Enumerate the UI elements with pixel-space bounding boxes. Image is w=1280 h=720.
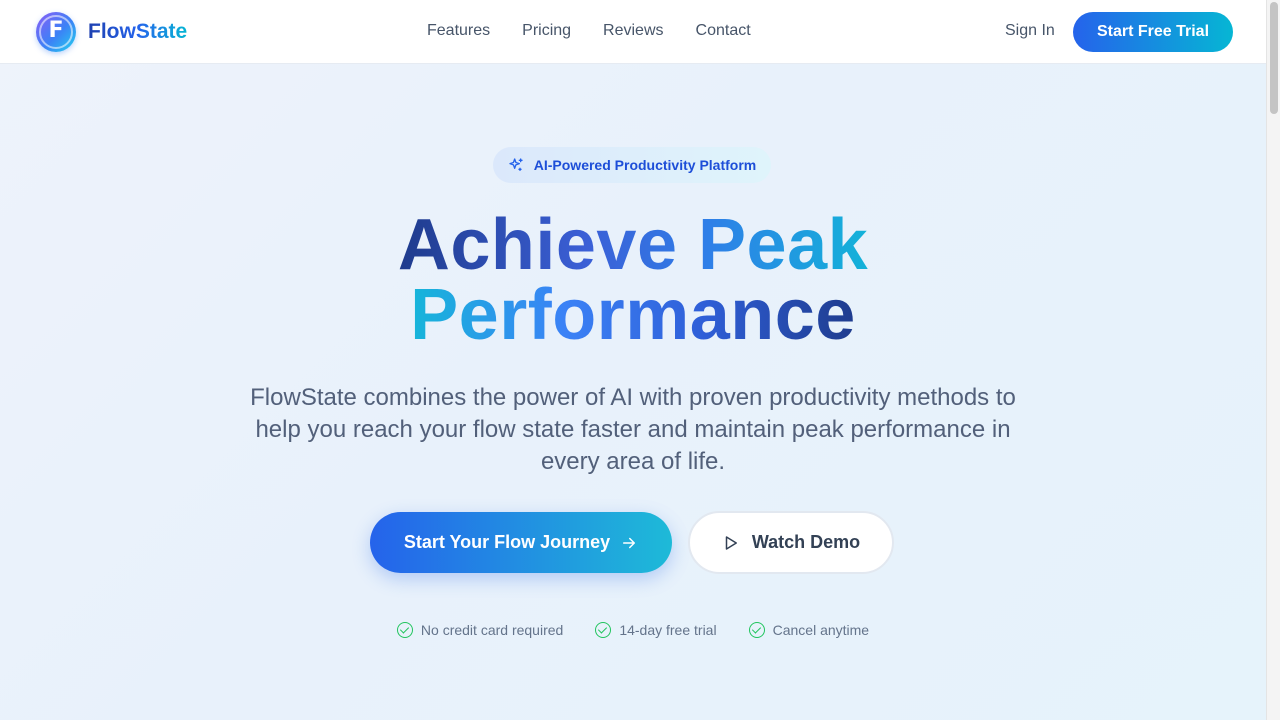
scrollbar-thumb[interactable] (1270, 2, 1278, 114)
hero-headline: Achieve Peak Performance (0, 209, 1266, 351)
feature-label: Cancel anytime (772, 622, 870, 638)
check-circle-icon (595, 622, 612, 638)
nav-contact[interactable]: Contact (696, 22, 751, 40)
feature-label: 14-day free trial (619, 622, 717, 638)
trial-features: No credit card required 14-day free tria… (0, 622, 1266, 638)
start-free-trial-button[interactable]: Start Free Trial (1073, 12, 1233, 52)
page-scrollbar[interactable] (1266, 0, 1280, 720)
primary-cta-label: Start Your Flow Journey (403, 532, 611, 552)
check-circle-icon (396, 622, 413, 638)
arrow-right-icon (623, 537, 636, 548)
watch-demo-button[interactable]: Watch Demo (688, 511, 894, 574)
badge-label: AI-Powered Productivity Platform (533, 157, 757, 173)
check-circle-icon (748, 622, 765, 638)
logo-icon: F (36, 12, 76, 52)
nav-pricing[interactable]: Pricing (522, 22, 571, 40)
hero-badge: AI-Powered Productivity Platform (493, 147, 771, 183)
feature-item: 14-day free trial (595, 622, 717, 638)
headline-line-2: Performance (403, 279, 863, 351)
brand-logo[interactable]: F FlowState (36, 12, 187, 52)
site-header: F FlowState Features Pricing Reviews Con… (0, 0, 1266, 64)
headline-line-1: Achieve Peak (393, 209, 873, 281)
logo-letter: F (48, 18, 64, 43)
sparkles-icon (509, 158, 523, 171)
feature-item: No credit card required (396, 622, 564, 638)
feature-item: Cancel anytime (748, 622, 870, 638)
play-icon (725, 535, 737, 550)
feature-label: No credit card required (420, 622, 564, 638)
hero-subtitle: FlowState combines the power of AI with … (250, 384, 1016, 475)
start-flow-journey-button[interactable]: Start Your Flow Journey (370, 512, 672, 573)
secondary-cta-label: Watch Demo (751, 532, 861, 552)
nav-reviews[interactable]: Reviews (603, 22, 663, 40)
sign-in-link[interactable]: Sign In (1005, 22, 1055, 40)
nav-features[interactable]: Features (427, 22, 490, 40)
main-nav: Features Pricing Reviews Contact (427, 22, 751, 40)
brand-name: FlowState (88, 20, 188, 43)
